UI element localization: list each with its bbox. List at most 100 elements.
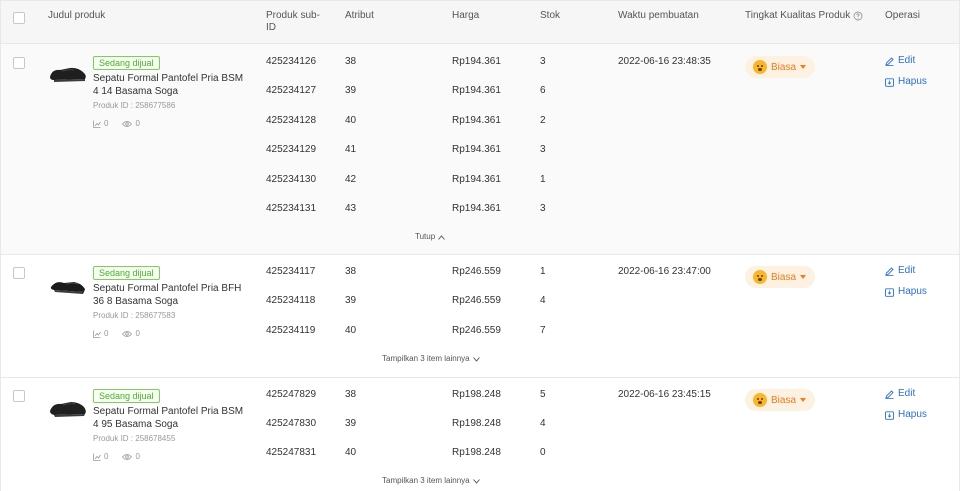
stock: 3 — [540, 203, 546, 214]
product-title[interactable]: Sepatu Formal Pantofel Pria BSM 4 95 Bas… — [93, 405, 249, 431]
product-group: Sedang dijual Sepatu Formal Pantofel Pri… — [1, 44, 959, 255]
help-circle-icon[interactable] — [853, 11, 863, 21]
delete-button[interactable]: Hapus — [885, 409, 927, 421]
created-time: 2022-06-16 23:47:00 — [618, 266, 711, 277]
caret-down-icon — [800, 398, 807, 402]
attribute: 41 — [345, 144, 357, 155]
stock: 0 — [540, 447, 546, 458]
eye-icon — [122, 331, 133, 337]
product-group: Sedang dijual Sepatu Formal Pantofel Pri… — [1, 378, 959, 491]
stock: 5 — [540, 389, 546, 400]
created-time: 2022-06-16 23:48:35 — [618, 56, 711, 67]
delete-label: Hapus — [898, 76, 927, 87]
stock: 1 — [540, 266, 546, 277]
chevron-down-icon — [472, 356, 480, 362]
sub-id: 425247830 — [266, 418, 317, 429]
product-stats: 0 0 — [93, 452, 140, 462]
price: Rp246.559 — [452, 325, 501, 336]
product-title[interactable]: Sepatu Formal Pantofel Pria BFH 36 8 Bas… — [93, 282, 249, 308]
sales-count: 0 — [104, 329, 109, 338]
edit-button[interactable]: Edit — [885, 388, 915, 400]
created-time: 2022-06-16 23:45:15 — [618, 389, 711, 400]
expand-toggle[interactable]: Tampilkan 3 item lainnya — [382, 354, 480, 364]
collapse-toggle[interactable]: Tutup — [415, 232, 446, 242]
pencil-icon — [885, 266, 894, 276]
header-attribute: Atribut — [345, 10, 374, 21]
product-title[interactable]: Sepatu Formal Pantofel Pria BSM 4 14 Bas… — [93, 72, 249, 98]
archive-icon — [885, 77, 894, 87]
shoe-image-icon — [50, 282, 85, 294]
stock: 4 — [540, 418, 546, 429]
row-checkbox[interactable] — [13, 390, 25, 402]
eye-icon — [122, 454, 133, 460]
attribute: 39 — [345, 85, 357, 96]
price: Rp194.361 — [452, 85, 501, 96]
price: Rp194.361 — [452, 115, 501, 126]
row-checkbox[interactable] — [13, 267, 25, 279]
quality-dropdown[interactable]: Biasa — [745, 266, 815, 288]
edit-button[interactable]: Edit — [885, 265, 915, 277]
price: Rp194.361 — [452, 144, 501, 155]
sub-id: 425234128 — [266, 115, 317, 126]
sales-count: 0 — [104, 452, 109, 461]
face-icon — [753, 60, 767, 74]
view-count: 0 — [135, 329, 140, 338]
product-thumbnail[interactable] — [48, 55, 88, 91]
collapse-label: Tutup — [415, 232, 436, 241]
product-thumbnail[interactable] — [48, 390, 88, 426]
sub-id: 425234127 — [266, 85, 317, 96]
expand-label: Tampilkan 3 item lainnya — [382, 476, 470, 485]
row-checkbox[interactable] — [13, 57, 25, 69]
face-icon — [753, 393, 767, 407]
sub-id: 425247831 — [266, 447, 317, 458]
pencil-icon — [885, 389, 894, 399]
status-badge: Sedang dijual — [93, 266, 160, 280]
chart-icon — [93, 330, 101, 338]
caret-down-icon — [800, 65, 807, 69]
attribute: 43 — [345, 203, 357, 214]
attribute: 40 — [345, 115, 357, 126]
sub-id: 425247829 — [266, 389, 317, 400]
quality-dropdown[interactable]: Biasa — [745, 56, 815, 78]
price: Rp246.559 — [452, 295, 501, 306]
price: Rp194.361 — [452, 56, 501, 67]
price: Rp194.361 — [452, 174, 501, 185]
sub-id: 425234118 — [266, 295, 316, 306]
sub-id: 425234130 — [266, 174, 317, 185]
product-stats: 0 0 — [93, 119, 140, 129]
header-sub-id: Produk sub-ID — [266, 10, 320, 33]
expand-toggle[interactable]: Tampilkan 3 item lainnya — [382, 476, 480, 486]
product-thumbnail[interactable] — [48, 267, 88, 303]
product-id: Produk ID : 258677586 — [93, 101, 176, 110]
attribute: 39 — [345, 418, 357, 429]
shoe-image-icon — [50, 67, 86, 82]
view-count: 0 — [135, 452, 140, 461]
stock: 2 — [540, 115, 546, 126]
expand-label: Tampilkan 3 item lainnya — [382, 354, 470, 363]
sub-id: 425234119 — [266, 325, 316, 336]
delete-button[interactable]: Hapus — [885, 286, 927, 298]
archive-icon — [885, 287, 894, 297]
status-badge: Sedang dijual — [93, 56, 160, 70]
attribute: 38 — [345, 389, 357, 400]
stock: 1 — [540, 174, 546, 185]
price: Rp198.248 — [452, 418, 501, 429]
attribute: 40 — [345, 325, 357, 336]
sub-id: 425234126 — [266, 56, 317, 67]
chart-icon — [93, 120, 101, 128]
quality-dropdown[interactable]: Biasa — [745, 389, 815, 411]
sales-count: 0 — [104, 119, 109, 128]
stock: 4 — [540, 295, 546, 306]
delete-button[interactable]: Hapus — [885, 76, 927, 88]
select-all-checkbox[interactable] — [13, 12, 25, 24]
stock: 3 — [540, 144, 546, 155]
delete-label: Hapus — [898, 286, 927, 297]
attribute: 42 — [345, 174, 357, 185]
edit-button[interactable]: Edit — [885, 55, 915, 67]
header-created-time: Waktu pembuatan — [618, 10, 699, 21]
attribute: 40 — [345, 447, 357, 458]
quality-label: Biasa — [771, 271, 797, 283]
product-id: Produk ID : 258678455 — [93, 434, 176, 443]
attribute: 39 — [345, 295, 357, 306]
stock: 7 — [540, 325, 546, 336]
